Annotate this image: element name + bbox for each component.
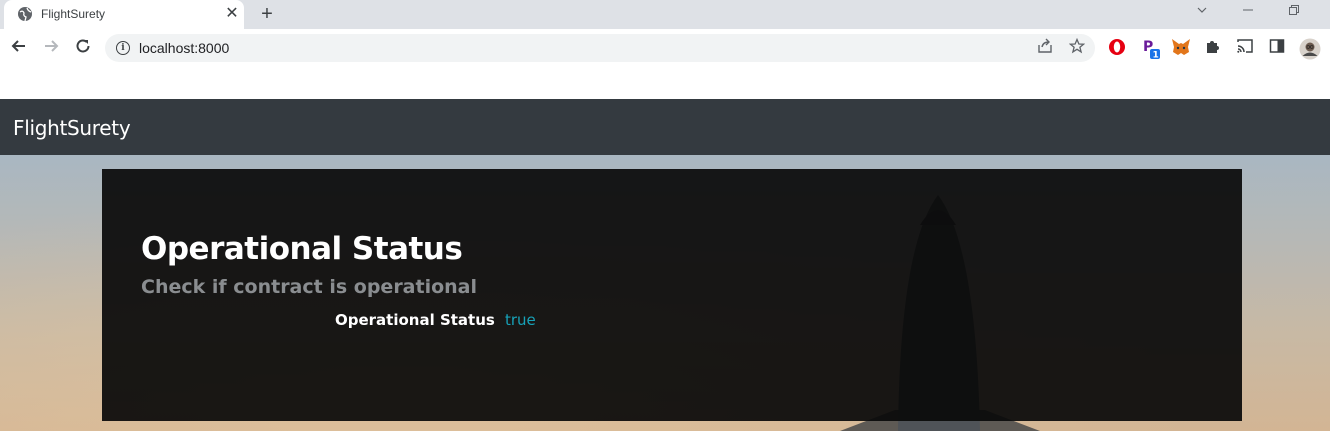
reload-icon[interactable] — [72, 37, 94, 59]
forward-arrow-icon[interactable] — [40, 37, 62, 59]
share-icon[interactable] — [1035, 38, 1055, 58]
chevron-down-icon[interactable] — [1192, 2, 1212, 22]
minimize-icon[interactable] — [1238, 2, 1258, 22]
navbar-brand[interactable]: FlightSurety — [13, 116, 131, 140]
navbar: FlightSurety — [0, 99, 1330, 155]
close-icon[interactable]: ✕ — [222, 4, 242, 24]
web-page: FlightSurety Operational Status Check if… — [0, 67, 1330, 431]
profile-avatar[interactable] — [1299, 38, 1321, 60]
status-panel: Operational Status Check if contract is … — [102, 169, 1242, 421]
operational-status-value: true — [505, 311, 536, 329]
hero-background: Operational Status Check if contract is … — [0, 155, 1330, 431]
browser-tab[interactable]: FlightSurety ✕ — [4, 0, 244, 29]
star-icon[interactable] — [1067, 37, 1087, 58]
new-tab-button[interactable]: + — [255, 2, 279, 26]
puzzle-icon[interactable] — [1203, 38, 1223, 58]
browser-toolbar: i localhost:8000 P 1 — [0, 29, 1330, 67]
tab-title: FlightSurety — [41, 7, 106, 21]
restore-icon[interactable] — [1284, 2, 1304, 22]
page-title: Operational Status — [141, 231, 463, 267]
cast-icon[interactable] — [1235, 38, 1255, 58]
address-bar[interactable]: i localhost:8000 — [105, 34, 1095, 62]
back-arrow-icon[interactable] — [8, 37, 30, 59]
info-icon[interactable]: i — [116, 41, 130, 55]
tab-strip: FlightSurety ✕ + — [0, 0, 1330, 29]
url-text[interactable]: localhost:8000 — [139, 40, 229, 56]
opera-icon[interactable] — [1107, 38, 1127, 58]
metamask-icon[interactable] — [1171, 38, 1191, 58]
side-panel-icon[interactable] — [1267, 38, 1287, 58]
extension-badge: 1 — [1153, 51, 1159, 61]
operational-status-label: Operational Status — [335, 311, 495, 329]
extension-p-icon[interactable]: P 1 — [1140, 38, 1160, 61]
page-subtitle: Check if contract is operational — [141, 276, 478, 298]
globe-icon — [17, 6, 33, 22]
